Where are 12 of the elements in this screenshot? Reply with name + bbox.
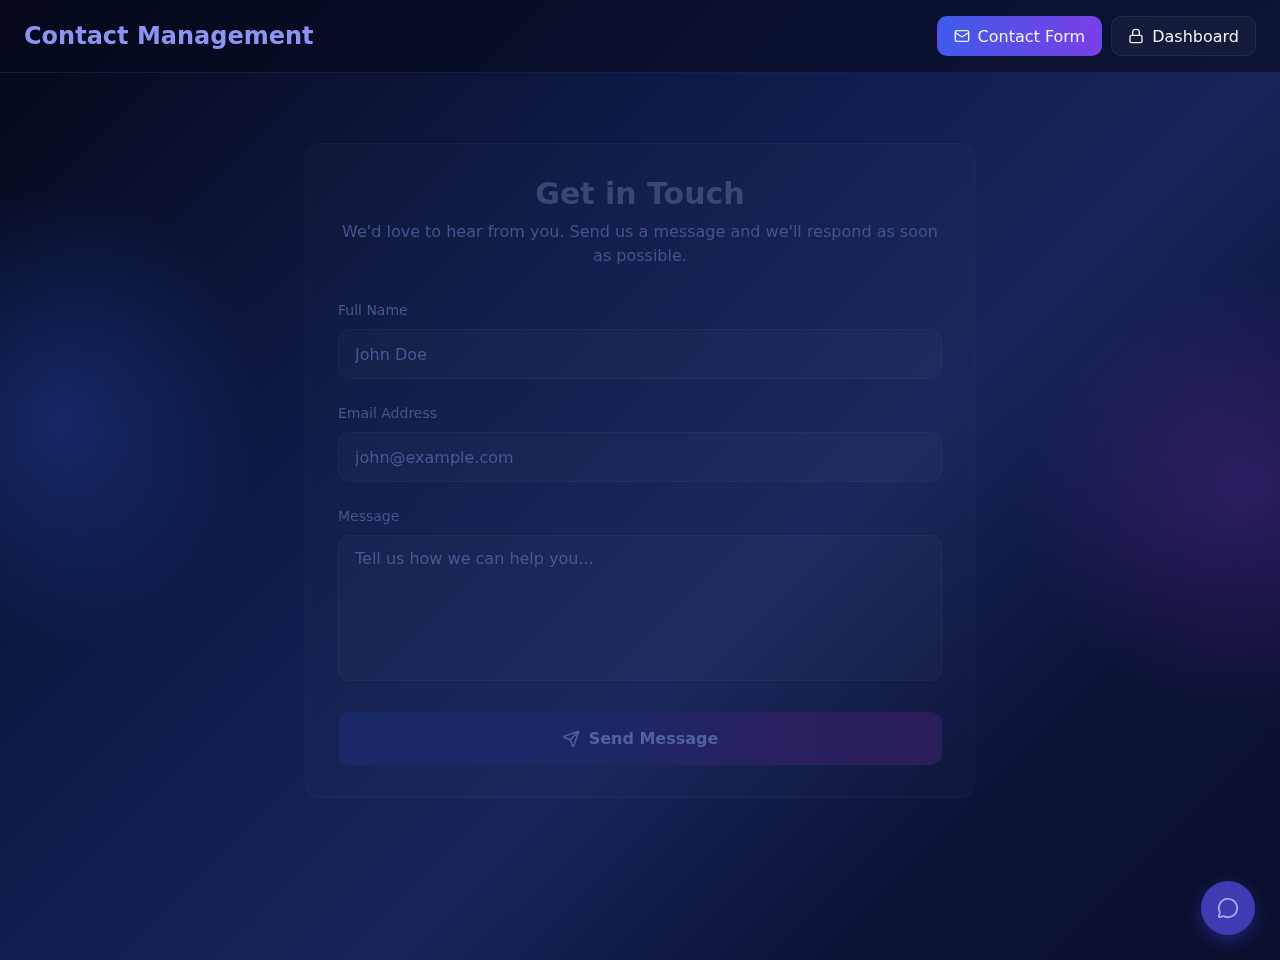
envelope-icon — [953, 28, 970, 44]
speech-bubble-icon — [1217, 897, 1239, 919]
field-label: Full Name — [338, 301, 409, 320]
nav-tab[interactable]: Contact Form — [936, 16, 1103, 56]
field-label: Email Address — [338, 404, 439, 423]
form-subtitle: We'd love to hear from you. Send us a message and we'll respond as soon as possible. — [341, 221, 939, 267]
app-title: Contact Management — [24, 22, 314, 50]
paper-plane-icon — [561, 729, 580, 748]
field-label: Message — [338, 507, 401, 526]
chat-button[interactable] — [1201, 881, 1255, 935]
nav-tab[interactable]: Dashboard — [1111, 16, 1256, 56]
padlock-icon — [1128, 28, 1145, 44]
